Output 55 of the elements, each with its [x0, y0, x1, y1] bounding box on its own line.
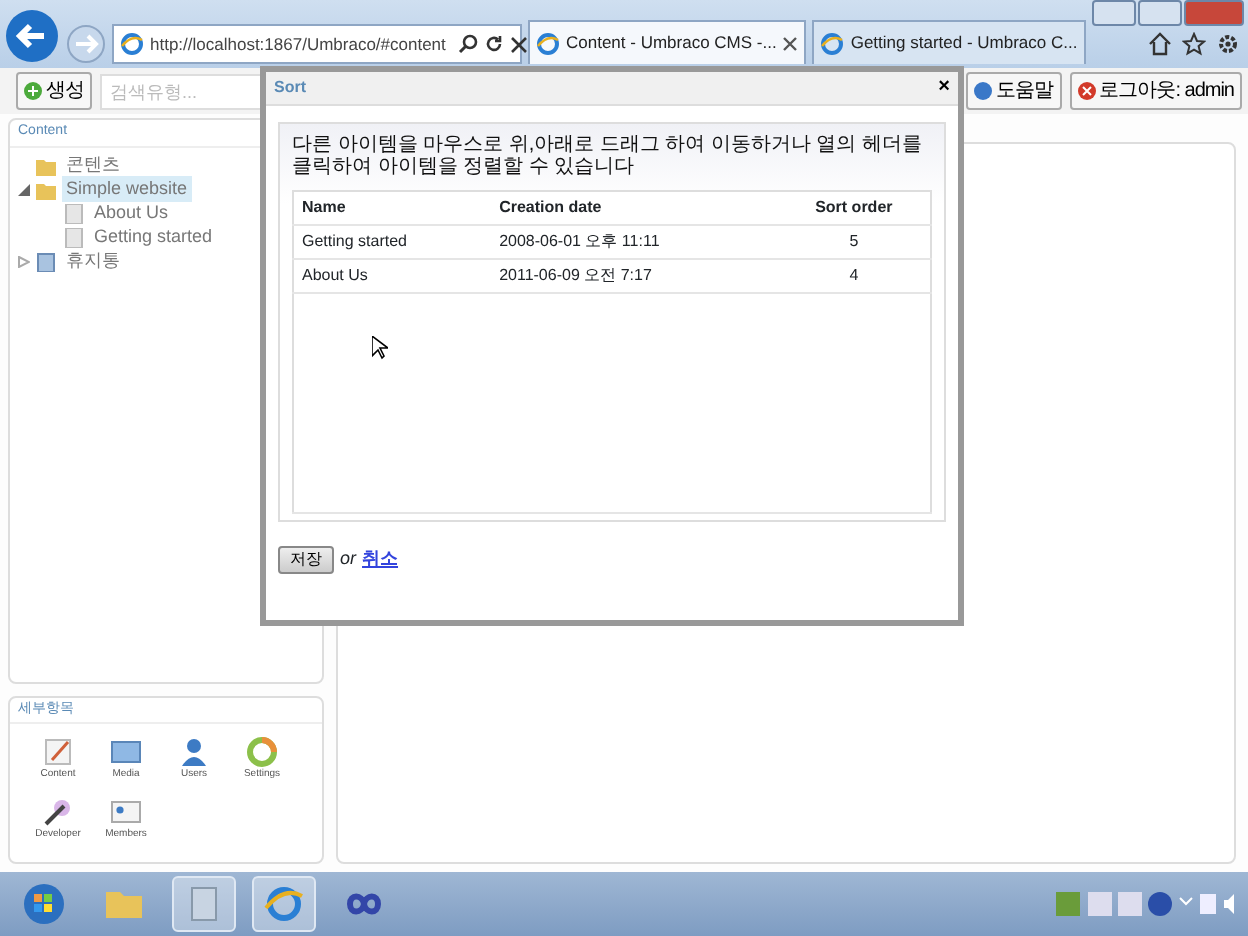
save-button[interactable]: 저장: [278, 546, 334, 574]
search-icon[interactable]: [457, 34, 478, 54]
member-card-icon: [110, 795, 142, 827]
help-button[interactable]: 도움말: [966, 72, 1062, 110]
browser-icon: [120, 32, 144, 56]
tree-item[interactable]: 휴지통: [62, 247, 124, 275]
settings-icon: [246, 736, 278, 768]
user-icon: [178, 736, 210, 768]
stop-icon: [1077, 82, 1096, 100]
bin-icon: [36, 251, 56, 271]
image-icon: [110, 736, 142, 768]
browser-tab[interactable]: Getting started - Umbraco C...: [812, 20, 1086, 64]
address-text: http://localhost:1867/Umbraco/#content: [150, 31, 446, 57]
table-cell: 5: [777, 225, 931, 259]
settings-icon[interactable]: [1216, 32, 1240, 56]
collapse-arrow-icon[interactable]: [18, 183, 30, 195]
tree-item[interactable]: Simple website: [62, 175, 192, 203]
column-header[interactable]: Sort order: [777, 191, 931, 225]
table-cell: 2011-06-09 오전 7:17: [491, 259, 778, 293]
address-bar[interactable]: http://localhost:1867/Umbraco/#content: [112, 24, 522, 64]
tree-item[interactable]: 콘텐츠: [62, 151, 124, 179]
cursor-icon: [372, 336, 388, 361]
tab-title: Content - Umbraco CMS -...: [566, 30, 777, 56]
browser-icon[interactable]: [262, 882, 306, 926]
table-cell: About Us: [293, 259, 492, 293]
refresh-icon[interactable]: [483, 34, 504, 54]
tree-item[interactable]: Getting started: [90, 223, 217, 251]
close-icon[interactable]: [509, 35, 528, 53]
close-button[interactable]: ×: [938, 78, 950, 98]
tree-item[interactable]: About Us: [90, 199, 173, 227]
table-cell: 2008-06-01 오후 11:11: [491, 225, 778, 259]
table-cell: 4: [777, 259, 931, 293]
plus-icon: [24, 82, 42, 100]
browser-tab[interactable]: Content - Umbraco CMS -...: [528, 20, 807, 64]
create-button[interactable]: 생성: [16, 72, 92, 110]
pencil-icon: [42, 736, 74, 768]
star-icon[interactable]: [1182, 32, 1206, 56]
expand-arrow-icon[interactable]: [18, 255, 30, 267]
logout-button[interactable]: 로그아웃: admin: [1069, 72, 1242, 110]
start-button[interactable]: [22, 882, 66, 926]
forward-button[interactable]: [66, 24, 106, 64]
home-icon[interactable]: [1148, 32, 1172, 56]
or-text: or: [340, 546, 357, 573]
column-header[interactable]: Name: [293, 191, 492, 225]
dialog-title: Sort: [274, 76, 306, 100]
browser-icon: [820, 31, 845, 55]
table-cell: Getting started: [293, 225, 492, 259]
tab-title: Getting started - Umbraco C...: [850, 30, 1078, 56]
close-icon[interactable]: [782, 35, 799, 51]
minimize-button[interactable]: [1092, 0, 1136, 26]
browser-icon: [536, 31, 560, 55]
back-button[interactable]: [4, 8, 60, 64]
cancel-link[interactable]: 취소: [362, 546, 399, 574]
column-header[interactable]: Creation date: [491, 191, 778, 225]
wand-icon: [42, 795, 74, 827]
